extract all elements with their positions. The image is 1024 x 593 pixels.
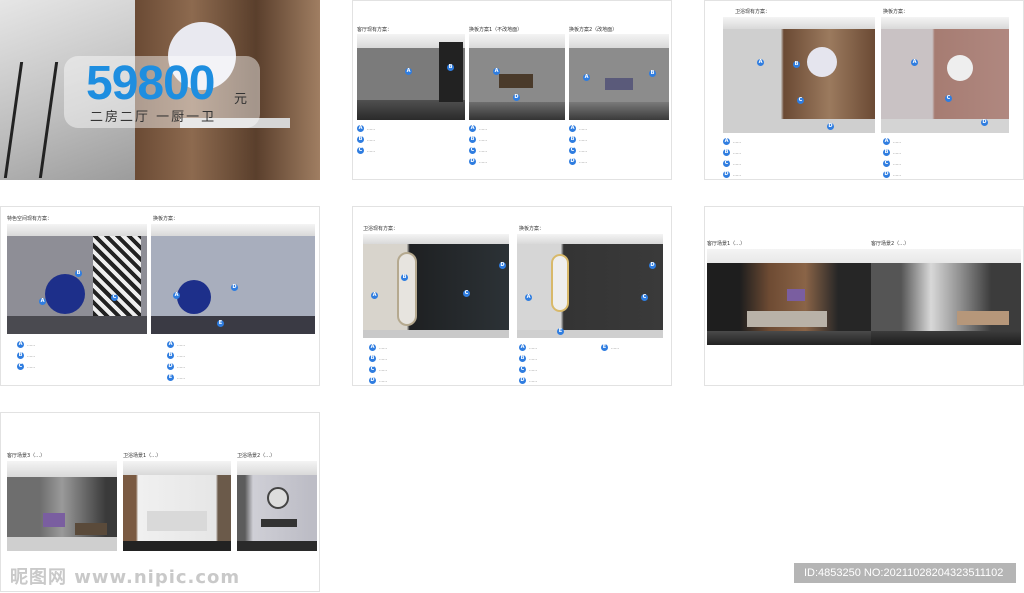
caption-current: 特色空间现有方案： [7, 216, 53, 222]
scene2-render [871, 249, 1021, 345]
living-scenes-page: 客厅场景1（…） 客厅场景2（…） [704, 206, 1024, 386]
caption-scheme: 换板方案： [153, 216, 179, 222]
caption-scheme: 换板方案： [519, 226, 545, 232]
bath-scene2-render [237, 461, 317, 551]
bath-render-2: ACD [881, 17, 1009, 133]
bath2-render-2: AE CD [517, 234, 663, 338]
cover-page: 59800 元 二房二厅 一厨一卫 [0, 0, 320, 180]
bathroom-schemes-page: 卫浴现有方案： 换板方案： AB CD ACD A…… B…… C…… D…… … [704, 0, 1024, 180]
feature-render-1: ABC [7, 224, 147, 334]
caption-scene1: 客厅场景1（…） [707, 241, 746, 247]
caption-bath-scene2: 卫浴场景2（…） [237, 453, 276, 459]
bath-scene1-render [123, 461, 231, 551]
room-render-1: AB [357, 34, 465, 120]
image-id-bar: ID:4853250 NO:20211028204323511102 [794, 563, 1016, 583]
caption-current: 卫浴现有方案： [363, 226, 399, 232]
bath-render-1: AB CD [723, 17, 875, 133]
caption-bath-scene1: 卫浴场景1（…） [123, 453, 162, 459]
room-render-3: AB [569, 34, 669, 120]
price-value: 59800 [86, 57, 215, 110]
scene3-render [7, 461, 117, 551]
scene1-render [707, 249, 871, 345]
caption-scheme: 换板方案： [883, 9, 909, 15]
feature-render-2: ADE [151, 224, 315, 334]
feature-space-page: 特色空间现有方案： 换板方案： ABC ADE A…… B…… C…… A…… … [0, 206, 320, 386]
caption-scene2: 客厅场景2（…） [871, 241, 910, 247]
caption-scene3: 客厅场景3（…） [7, 453, 46, 459]
caption-scheme2: 换板方案2（改地面） [569, 27, 618, 33]
watermark-text: 昵图网 www.nipic.com [10, 567, 241, 588]
bathroom-2-page: 卫浴现有方案： 换板方案： AB CD AE CD A…… B…… C…… D…… [352, 206, 672, 386]
caption-current: 客厅现有方案： [357, 27, 393, 33]
room-render-2: AD [469, 34, 565, 120]
caption-current: 卫浴现有方案： [735, 9, 771, 15]
living-room-schemes-page: 客厅现有方案： 换板方案1（不改地面） 换板方案2（改地面） AB AD AB … [352, 0, 672, 180]
caption-scheme1: 换板方案1（不改地面） [469, 27, 523, 33]
layout-text: 二房二厅 一厨一卫 [90, 110, 217, 125]
bath2-render-1: AB CD [363, 234, 509, 338]
price-unit: 元 [234, 92, 248, 107]
